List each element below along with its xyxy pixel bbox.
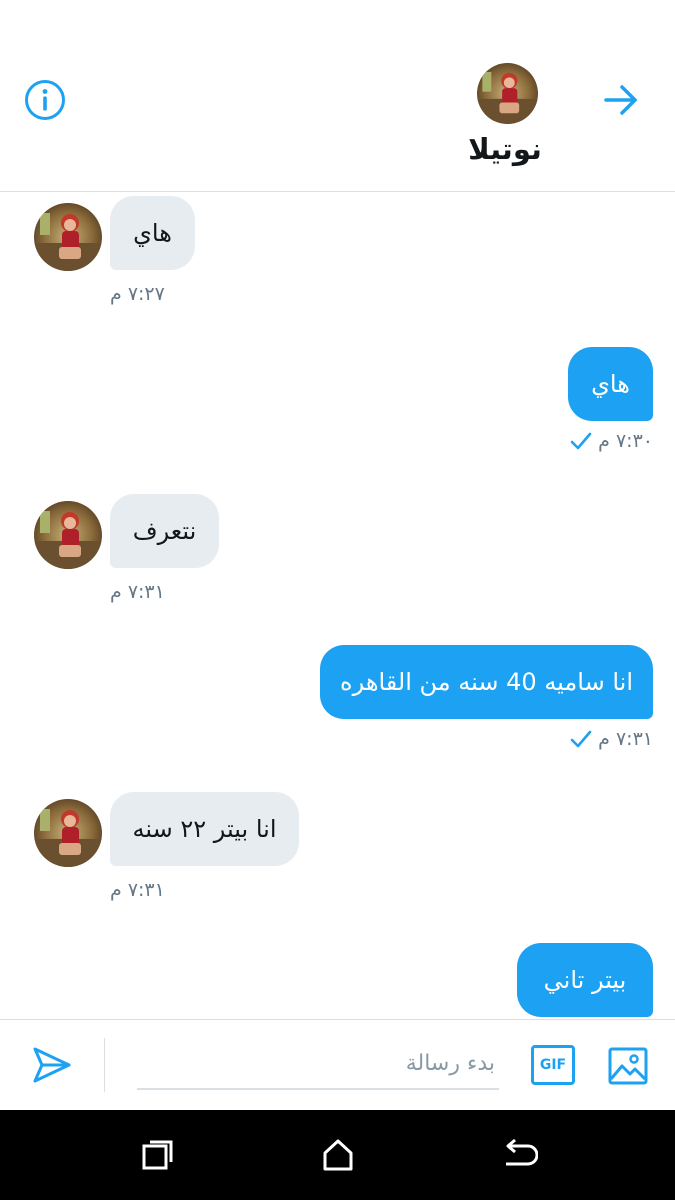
back-button[interactable] bbox=[600, 80, 642, 120]
message-timestamp: ٧:٣٠ م bbox=[598, 430, 653, 452]
recents-icon bbox=[142, 1140, 173, 1170]
check-icon bbox=[570, 730, 592, 748]
contact-avatar[interactable] bbox=[477, 63, 538, 124]
system-nav-bar bbox=[0, 1110, 675, 1200]
message-input[interactable] bbox=[137, 1038, 499, 1090]
message-bubble-incoming[interactable]: نتعرف bbox=[110, 494, 219, 568]
sender-avatar[interactable] bbox=[34, 501, 102, 569]
message-list[interactable]: هاي ٧:٢٧ م هاي ٧:٣٠ م نتعرف ٧:٣١ م انا س… bbox=[0, 193, 675, 1019]
send-button[interactable] bbox=[30, 1044, 74, 1086]
message-bubble-outgoing[interactable]: انا ساميه 40 سنه من القاهره bbox=[320, 645, 653, 719]
message-timestamp: ٧:٢٧ م bbox=[110, 283, 165, 305]
message-composer: GIF bbox=[0, 1019, 675, 1110]
sender-avatar[interactable] bbox=[34, 799, 102, 867]
conversation-header: نوتيلا bbox=[0, 0, 675, 192]
image-button[interactable] bbox=[607, 1046, 649, 1086]
back-icon bbox=[506, 1138, 539, 1166]
message-bubble-incoming[interactable]: انا بيتر ٢٢ سنه bbox=[110, 792, 299, 866]
message-bubble-outgoing[interactable]: بيتر تاني bbox=[517, 943, 653, 1017]
home-icon bbox=[323, 1139, 353, 1171]
info-icon bbox=[25, 80, 65, 120]
home-button[interactable] bbox=[318, 1137, 358, 1173]
sender-avatar[interactable] bbox=[34, 203, 102, 271]
message-bubble-outgoing[interactable]: هاي bbox=[568, 347, 653, 421]
contact-name[interactable]: نوتيلا bbox=[440, 132, 570, 166]
recents-button[interactable] bbox=[138, 1137, 178, 1173]
info-button[interactable] bbox=[24, 79, 66, 121]
check-icon bbox=[570, 432, 592, 450]
arrow-right-icon bbox=[604, 85, 637, 115]
message-timestamp: ٧:٣١ م bbox=[110, 581, 165, 603]
back-nav-button[interactable] bbox=[498, 1137, 539, 1173]
message-bubble-incoming[interactable]: هاي bbox=[110, 196, 195, 270]
send-icon bbox=[33, 1047, 71, 1083]
message-timestamp: ٧:٣١ م bbox=[110, 879, 165, 901]
message-timestamp: ٧:٣١ م bbox=[598, 728, 653, 750]
composer-divider bbox=[104, 1038, 105, 1092]
image-icon bbox=[608, 1047, 648, 1085]
gif-button[interactable]: GIF bbox=[531, 1045, 575, 1085]
